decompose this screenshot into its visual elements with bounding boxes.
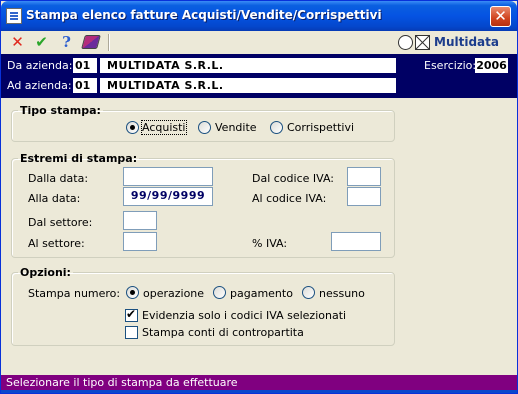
radio-acquisti-label[interactable]: Acquisti bbox=[141, 120, 187, 135]
radio-corrispettivi-label[interactable]: Corrispettivi bbox=[287, 121, 354, 134]
to-sector-label: Al settore: bbox=[28, 237, 85, 250]
from-date-input[interactable] bbox=[123, 167, 213, 186]
to-vat-input[interactable] bbox=[347, 187, 381, 206]
to-company-label: Ad azienda: bbox=[7, 79, 72, 92]
radio-pagamento-label[interactable]: pagamento bbox=[230, 287, 293, 300]
multidata-logo: Multidata bbox=[398, 33, 514, 52]
from-company-label: Da azienda: bbox=[7, 59, 73, 72]
counterpart-label[interactable]: Stampa conti di contropartita bbox=[142, 326, 304, 339]
to-date-input[interactable]: 99/99/9999 bbox=[123, 187, 213, 206]
radio-vendite-label[interactable]: Vendite bbox=[215, 121, 257, 134]
logo-circle-icon bbox=[398, 35, 413, 50]
close-button[interactable]: ✕ bbox=[490, 6, 511, 27]
title-bar[interactable]: Stampa elenco fatture Acquisti/Vendite/C… bbox=[1, 1, 517, 31]
options-legend: Opzioni: bbox=[20, 266, 71, 279]
counterpart-checkbox[interactable] bbox=[125, 326, 138, 339]
radio-operazione[interactable] bbox=[126, 286, 139, 299]
year-label: Esercizio: bbox=[424, 59, 477, 72]
confirm-check-icon[interactable]: ✔ bbox=[32, 33, 51, 52]
logo-text: Multidata bbox=[432, 34, 512, 51]
vat-pct-label: % IVA: bbox=[252, 237, 288, 250]
radio-operazione-label[interactable]: operazione bbox=[143, 287, 204, 300]
from-sector-label: Dal settore: bbox=[28, 216, 93, 229]
to-date-label: Alla data: bbox=[28, 192, 81, 205]
cancel-x-icon[interactable]: ✕ bbox=[8, 33, 27, 52]
status-bar: Selezionare il tipo di stampa da effettu… bbox=[1, 375, 517, 390]
dialog-window: Stampa elenco fatture Acquisti/Vendite/C… bbox=[0, 0, 518, 394]
to-vat-label: Al codice IVA: bbox=[252, 192, 327, 205]
vat-pct-input[interactable] bbox=[331, 232, 381, 251]
to-company-name: MULTIDATA S.R.L. bbox=[100, 78, 396, 93]
toolbar-separator bbox=[108, 34, 110, 51]
from-vat-input[interactable] bbox=[347, 167, 381, 186]
from-vat-label: Dal codice IVA: bbox=[252, 172, 334, 185]
radio-nessuno-label[interactable]: nessuno bbox=[319, 287, 365, 300]
app-icon bbox=[6, 8, 22, 24]
radio-nessuno[interactable] bbox=[302, 286, 315, 299]
radio-corrispettivi[interactable] bbox=[270, 121, 283, 134]
radio-vendite[interactable] bbox=[198, 121, 211, 134]
from-date-label: Dalla data: bbox=[28, 172, 89, 185]
print-type-legend: Tipo stampa: bbox=[20, 104, 101, 117]
highlight-vat-label[interactable]: Evidenzia solo i codici IVA selezionati bbox=[142, 309, 346, 322]
to-sector-input[interactable] bbox=[123, 232, 157, 251]
window-title: Stampa elenco fatture Acquisti/Vendite/C… bbox=[26, 8, 382, 22]
year-value[interactable]: 2006 bbox=[475, 58, 508, 73]
from-company-name: MULTIDATA S.R.L. bbox=[100, 58, 396, 73]
radio-acquisti[interactable] bbox=[126, 121, 139, 134]
to-company-code[interactable]: 01 bbox=[73, 78, 97, 93]
from-sector-input[interactable] bbox=[123, 211, 157, 230]
logo-cross-box-icon bbox=[415, 35, 430, 50]
radio-pagamento[interactable] bbox=[213, 286, 226, 299]
from-company-code[interactable]: 01 bbox=[73, 58, 97, 73]
number-label: Stampa numero: bbox=[28, 287, 121, 300]
print-book-icon[interactable] bbox=[81, 35, 101, 49]
highlight-vat-checkbox[interactable] bbox=[125, 307, 138, 322]
help-question-icon[interactable]: ? bbox=[57, 33, 76, 52]
window-bottom-border bbox=[1, 390, 517, 393]
print-range-legend: Estremi di stampa: bbox=[20, 152, 138, 165]
company-header: Da azienda: 01 MULTIDATA S.R.L. Ad azien… bbox=[1, 54, 517, 98]
